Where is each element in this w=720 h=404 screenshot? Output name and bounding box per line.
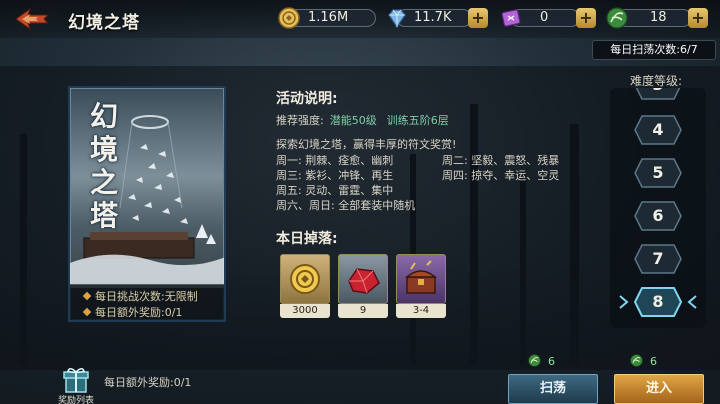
selected-arrow-right-icon	[687, 295, 697, 309]
recommend-potential: 潜能50级	[329, 114, 377, 127]
difficulty-list: 3 4 5 6 7 8	[610, 88, 706, 328]
card-info: 每日挑战次数:无限制 每日额外奖励:0/1	[70, 284, 224, 320]
difficulty-number: 8	[652, 292, 664, 311]
schedule-wednesday: 周三: 紫衫、冲锋、再生	[276, 169, 394, 182]
activity-description: 探索幻境之塔，赢得丰厚的符文奖赏!	[276, 138, 457, 151]
tower-card: 幻境之塔 每日挑战次数:无限制 每日额外奖励:0/1	[68, 86, 226, 322]
reward-list-button[interactable]: 奖励列表	[56, 366, 96, 404]
back-button[interactable]	[14, 6, 50, 32]
recommend-training: 训练五阶6层	[386, 114, 449, 127]
back-arrow-icon	[15, 7, 50, 31]
drop-item-frame	[338, 254, 388, 304]
daily-sweep-count: 每日扫荡次数:6/7	[592, 40, 716, 60]
ticket-value: 0	[540, 10, 549, 25]
difficulty-level-6[interactable]: 6	[634, 201, 682, 231]
page-title: 幻境之塔	[68, 13, 140, 33]
schedule-tuesday: 周二: 坚毅、震怒、残暴	[442, 154, 560, 167]
sweep-button[interactable]: 扫荡	[508, 374, 598, 404]
difficulty-number: 7	[652, 249, 664, 268]
stamina-resource: 18 +	[606, 7, 710, 29]
add-stamina-button[interactable]: +	[688, 8, 708, 28]
tower-name: 幻境之塔	[90, 100, 119, 232]
drop-count: 3000	[280, 304, 330, 318]
gold-coin-icon	[278, 7, 300, 29]
difficulty-number: 6	[652, 206, 664, 225]
ticket-resource: 0 +	[500, 7, 598, 29]
gold-coin-icon	[290, 264, 320, 294]
enter-cost-value: 6	[650, 355, 657, 368]
challenge-count-text: 每日挑战次数:无限制	[95, 290, 198, 303]
diamond-resource: 11.7K +	[386, 7, 490, 29]
recommend-label: 推荐强度:	[276, 114, 324, 127]
extra-reward-text: 每日额外奖励:0/1	[95, 306, 183, 319]
gold-value: 1.16M	[308, 10, 349, 25]
diamond-bullet-icon	[82, 291, 92, 301]
activity-title: 活动说明:	[276, 91, 338, 107]
drop-item-crystal[interactable]: 9	[338, 254, 388, 318]
green-stamina-icon	[630, 354, 643, 367]
drops-title: 本日掉落:	[276, 231, 338, 247]
stamina-value: 18	[650, 10, 667, 25]
difficulty-level-3[interactable]: 3	[634, 88, 682, 100]
enter-button[interactable]: 进入	[614, 374, 704, 404]
add-ticket-button[interactable]: +	[576, 8, 596, 28]
challenge-count-line: 每日挑战次数:无限制	[82, 288, 198, 304]
gift-box-icon	[63, 368, 89, 393]
drop-count: 3-4	[396, 304, 446, 318]
enter-cost: 6	[630, 354, 657, 368]
difficulty-level-4[interactable]: 4	[634, 115, 682, 145]
top-bar: 幻境之塔 1.16M 11.7K + 0 + 18 +	[0, 0, 720, 38]
difficulty-level-7[interactable]: 7	[634, 244, 682, 274]
recommend-line: 推荐强度: 潜能50级 训练五阶6层	[276, 112, 449, 128]
diamond-bullet-icon	[82, 307, 92, 317]
difficulty-number: 3	[634, 88, 682, 94]
drop-item-chest[interactable]: 3-4	[396, 254, 446, 318]
treasure-chest-icon	[404, 260, 438, 294]
gold-resource: 1.16M	[278, 7, 378, 29]
schedule-friday: 周五: 灵动、雷霆、集中	[276, 184, 394, 197]
schedule-thursday: 周四: 掠夺、幸运、空灵	[442, 169, 560, 182]
red-crystal-icon	[348, 268, 380, 294]
drop-count: 9	[338, 304, 388, 318]
drop-item-frame	[280, 254, 330, 304]
difficulty-number: 5	[652, 163, 664, 182]
schedule-weekend: 周六、周日: 全部套装中随机	[276, 199, 416, 212]
sweep-cost: 6	[528, 354, 555, 368]
blue-diamond-icon	[388, 9, 406, 29]
add-diamond-button[interactable]: +	[468, 8, 488, 28]
drop-item-gold[interactable]: 3000	[280, 254, 330, 318]
green-stamina-icon	[606, 7, 628, 29]
schedule-monday: 周一: 荆棘、痊愈、幽刺	[276, 154, 394, 167]
difficulty-number: 4	[652, 120, 664, 139]
diamond-value: 11.7K	[414, 10, 452, 25]
selected-arrow-left-icon	[619, 295, 629, 309]
difficulty-level-5[interactable]: 5	[634, 158, 682, 188]
green-stamina-icon	[528, 354, 541, 367]
purple-ticket-icon	[501, 9, 521, 27]
drop-item-frame	[396, 254, 446, 304]
extra-reward-line: 每日额外奖励:0/1	[82, 304, 183, 320]
bottom-extra-reward: 每日额外奖励:0/1	[104, 376, 192, 389]
difficulty-label: 难度等级:	[630, 74, 683, 88]
reward-list-label: 奖励列表	[57, 396, 94, 404]
sweep-cost-value: 6	[548, 355, 555, 368]
difficulty-level-8-selected[interactable]: 8	[634, 287, 682, 317]
